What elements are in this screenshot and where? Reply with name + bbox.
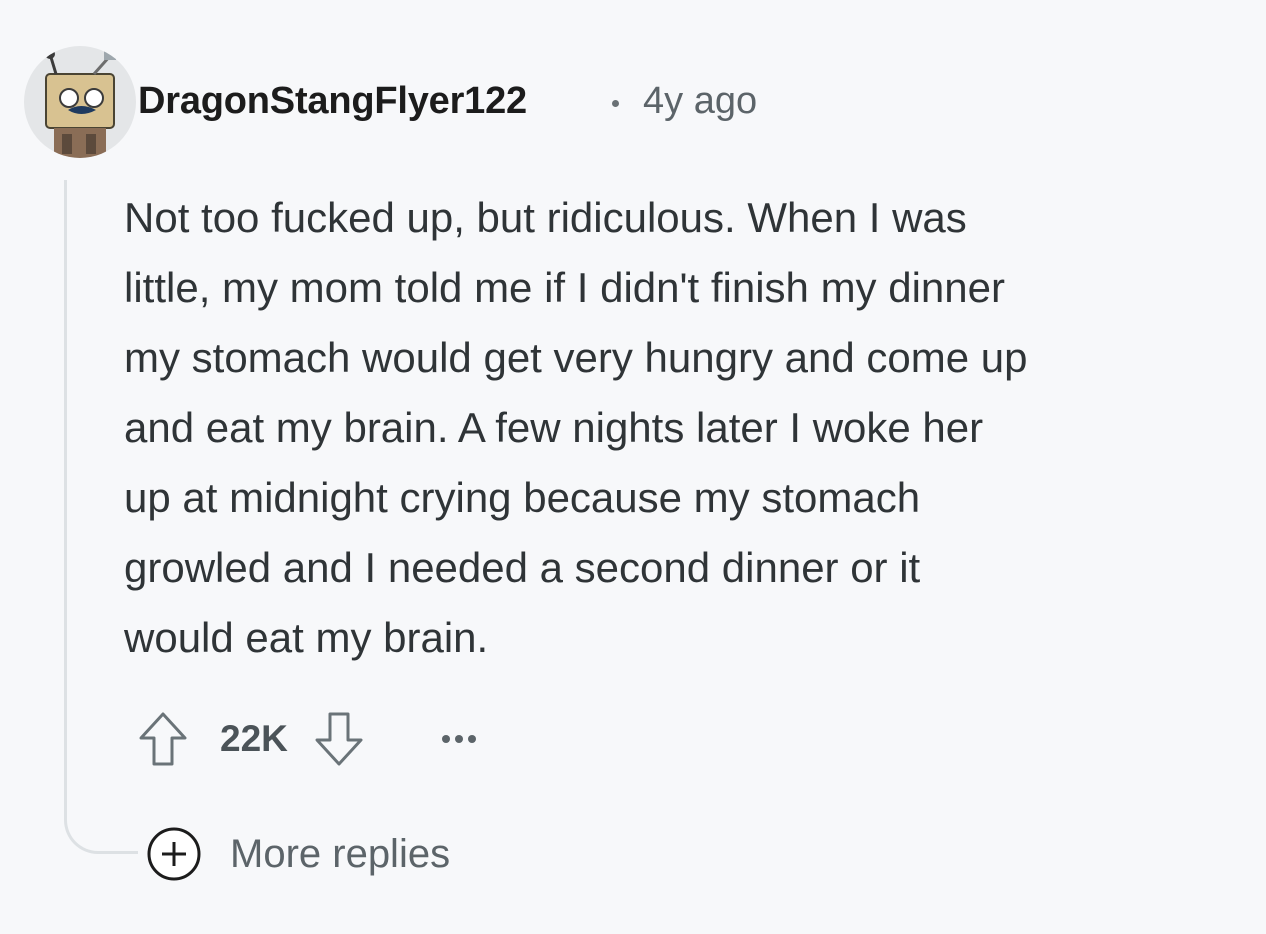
avatar[interactable] xyxy=(24,46,136,158)
comment-body-line: little, my mom told me if I didn't finis… xyxy=(124,264,1005,311)
upvote-button[interactable] xyxy=(134,708,192,770)
comment-body-line: growled and I needed a second dinner or … xyxy=(124,544,921,591)
robot-avatar-icon xyxy=(24,46,136,158)
separator-dot xyxy=(612,100,619,107)
comment-body-line: my stomach would get very hungry and com… xyxy=(124,334,1028,381)
comment-body-line: Not too fucked up, but ridiculous. When … xyxy=(124,194,967,241)
timestamp[interactable]: 4y ago xyxy=(643,80,757,123)
downvote-button[interactable] xyxy=(310,708,368,770)
comment-body-line: would eat my brain. xyxy=(124,614,489,661)
comment-action-bar: 22K xyxy=(134,708,484,770)
username[interactable]: DragonStangFlyer122 xyxy=(138,80,527,123)
comment-body: Not too fucked up, but ridiculous. When … xyxy=(124,183,1239,673)
comment-body-line: and eat my brain. A few nights later I w… xyxy=(124,404,984,451)
upvote-arrow-icon xyxy=(139,712,187,766)
more-replies-label: More replies xyxy=(230,831,451,876)
more-options-button[interactable] xyxy=(434,714,484,764)
ellipsis-icon xyxy=(441,735,476,743)
comment-body-line: up at midnight crying because my stomach xyxy=(124,474,921,521)
more-replies-button[interactable]: More replies xyxy=(146,826,450,882)
plus-circle-icon xyxy=(146,826,202,882)
downvote-arrow-icon xyxy=(315,712,363,766)
vote-score: 22K xyxy=(220,718,288,759)
